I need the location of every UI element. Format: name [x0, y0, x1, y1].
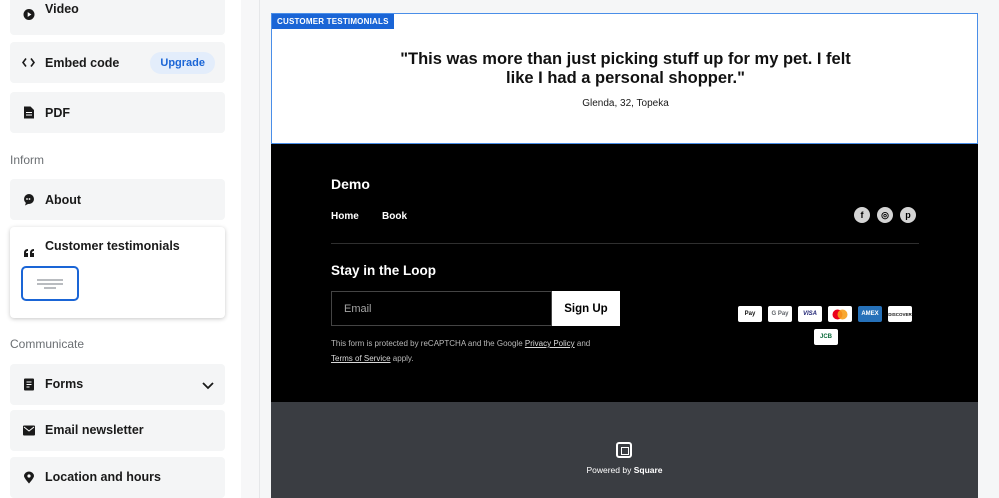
footer-divider [331, 243, 919, 244]
footer-nav-home[interactable]: Home [331, 211, 359, 222]
sidebar-item-video[interactable]: Video [10, 0, 225, 35]
powered-by-text: Powered by Square [271, 465, 978, 475]
terms-of-service-link[interactable]: Terms of Service [331, 354, 391, 363]
fine-print-text: This form is protected by reCAPTCHA and … [331, 339, 525, 348]
pinterest-icon[interactable]: p [900, 207, 916, 223]
privacy-policy-link[interactable]: Privacy Policy [525, 339, 575, 348]
sidebar-item-label: Forms [45, 377, 84, 391]
sidebar: Video Embed code Upgrade PDF Inform Abou… [0, 0, 241, 498]
thumbnail-line [37, 283, 63, 285]
testimonial-author: Glenda, 32, Topeka [582, 98, 669, 109]
play-circle-icon [22, 8, 35, 21]
testimonial-quote: "This was more than just picking stuff u… [400, 50, 851, 87]
google-pay-icon: G Pay [768, 306, 792, 322]
email-field[interactable]: Email [331, 291, 552, 326]
code-icon [22, 56, 35, 69]
instagram-icon[interactable]: ◎ [877, 207, 893, 223]
sidebar-item-label: PDF [45, 106, 70, 120]
quote-icon [22, 246, 35, 259]
sidebar-item-customer-testimonials[interactable]: Customer testimonials [10, 227, 225, 318]
chat-bubble-icon [22, 193, 35, 206]
powered-by-bar: Powered by Square [271, 402, 978, 498]
canvas: CUSTOMER TESTIMONIALS "This was more tha… [260, 0, 999, 498]
form-icon [22, 378, 35, 391]
powered-by-prefix: Powered by [586, 465, 634, 475]
amex-icon: AMEX [858, 306, 882, 322]
chevron-down-icon[interactable] [201, 378, 215, 392]
sidebar-item-label: Video [45, 2, 79, 16]
mastercard-icon [828, 306, 852, 322]
location-pin-icon [22, 471, 35, 484]
envelope-icon [22, 424, 35, 437]
visa-icon: VISA [798, 306, 822, 322]
upgrade-button[interactable]: Upgrade [150, 51, 215, 74]
document-icon [22, 106, 35, 119]
sidebar-item-pdf[interactable]: PDF [10, 92, 225, 133]
fine-print-text: and [574, 339, 591, 348]
thumbnail-line [37, 279, 63, 281]
section-heading-communicate: Communicate [10, 337, 85, 351]
sidebar-item-label: About [45, 193, 82, 207]
sidebar-item-label: Embed code [45, 56, 120, 70]
testimonial-section[interactable]: CUSTOMER TESTIMONIALS "This was more tha… [271, 13, 978, 144]
facebook-icon[interactable]: f [854, 207, 870, 223]
newsletter-title: Stay in the Loop [331, 263, 437, 278]
layout-thumbnail[interactable] [21, 266, 79, 301]
fine-print-text: apply. [390, 354, 414, 363]
sidebar-item-email-newsletter[interactable]: Email newsletter [10, 410, 225, 451]
section-heading-inform: Inform [10, 153, 45, 167]
recaptcha-notice: This form is protected by reCAPTCHA and … [331, 339, 590, 348]
site-footer: Demo Home Book f ◎ p Stay in the Loop Em… [271, 144, 978, 402]
sidebar-item-label: Location and hours [45, 470, 161, 484]
apple-pay-icon: Pay [738, 306, 762, 322]
sidebar-item-embed-code[interactable]: Embed code Upgrade [10, 42, 225, 83]
editor-root: Video Embed code Upgrade PDF Inform Abou… [0, 0, 999, 498]
footer-brand[interactable]: Demo [331, 176, 370, 192]
recaptcha-notice-line2: Terms of Service apply. [331, 354, 414, 363]
sidebar-item-label: Customer testimonials [45, 239, 180, 253]
powered-by-brand: Square [633, 465, 663, 475]
footer-nav-book[interactable]: Book [382, 211, 407, 222]
sidebar-item-location-hours[interactable]: Location and hours [10, 457, 225, 498]
panel-divider [241, 0, 260, 498]
jcb-icon: JCB [814, 329, 838, 345]
site-preview: CUSTOMER TESTIMONIALS "This was more tha… [271, 13, 978, 498]
sidebar-item-about[interactable]: About [10, 179, 225, 220]
thumbnail-line [44, 287, 56, 289]
discover-icon: DISCOVER [888, 306, 912, 322]
sign-up-button[interactable]: Sign Up [552, 291, 620, 326]
square-logo-icon [616, 442, 632, 458]
sidebar-item-label: Email newsletter [45, 423, 144, 437]
sidebar-item-forms[interactable]: Forms [10, 364, 225, 405]
section-tag: CUSTOMER TESTIMONIALS [272, 14, 394, 29]
